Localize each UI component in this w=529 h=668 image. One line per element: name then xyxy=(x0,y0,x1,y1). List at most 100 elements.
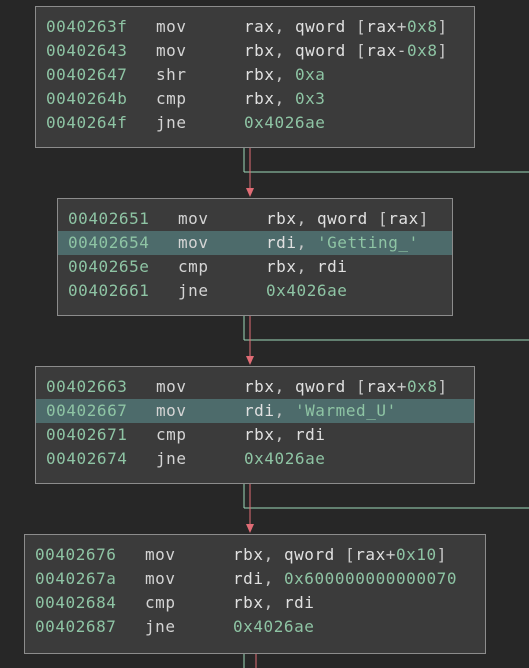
instruction-operands: rbx, qword [rax] xyxy=(266,207,429,231)
instruction-mnemonic: mov xyxy=(156,401,187,420)
operand-punctuation: , xyxy=(263,569,284,588)
instruction-row[interactable]: 00402674 jne 0x4026ae xyxy=(36,447,474,471)
operand-register: rax xyxy=(355,545,386,564)
operand-register: qword xyxy=(294,377,346,396)
instruction-address[interactable]: 00402663 xyxy=(46,375,127,399)
operand-string: 'Getting_' xyxy=(316,233,419,252)
instruction-mnemonic: mov xyxy=(178,209,209,228)
instruction-row[interactable]: 00402643 mov rbx, qword [rax-0x8] xyxy=(36,39,474,63)
instruction-row[interactable]: 0040264f jne 0x4026ae xyxy=(36,111,474,135)
instruction-mnemonic: mov xyxy=(145,569,176,588)
operand-register: rbx xyxy=(244,377,275,396)
operand-register: qword xyxy=(294,17,346,36)
instruction-row-highlighted[interactable]: 00402654 mov rdi, 'Getting_' xyxy=(58,231,452,255)
operand-immediate: 0x8 xyxy=(406,377,438,396)
instruction-row[interactable]: 00402647 shr rbx, 0xa xyxy=(36,63,474,87)
operand-register: rbx xyxy=(244,89,275,108)
instruction-row[interactable]: 00402663 mov rbx, qword [rax+0x8] xyxy=(36,375,474,399)
operand-immediate[interactable]: 0x4026ae xyxy=(244,449,325,468)
operand-punctuation: , xyxy=(274,377,295,396)
operand-immediate[interactable]: 0x4026ae xyxy=(244,113,325,132)
instruction-address[interactable]: 00402643 xyxy=(46,39,127,63)
operand-punctuation: + xyxy=(396,377,407,396)
operand-string: 'Warmed_U' xyxy=(294,401,397,420)
instruction-operands: 0x4026ae xyxy=(244,447,325,471)
operand-register: rdi xyxy=(283,593,315,612)
instruction-mnemonic: jne xyxy=(145,617,176,636)
instruction-mnemonic: jne xyxy=(178,281,209,300)
operand-punctuation: ] xyxy=(437,41,448,60)
basic-block-00402663[interactable]: 00402663 mov rbx, qword [rax+0x8] 00402667 m… xyxy=(35,366,475,484)
instruction-address[interactable]: 00402671 xyxy=(46,423,127,447)
operand-register: qword xyxy=(316,209,368,228)
operand-punctuation: , xyxy=(274,65,295,84)
operand-immediate[interactable]: 0x4026ae xyxy=(266,281,347,300)
instruction-address[interactable]: 00402661 xyxy=(68,279,149,303)
instruction-row[interactable]: 0040263f mov rax, qword [rax+0x8] xyxy=(36,15,474,39)
instruction-address[interactable]: 0040264b xyxy=(46,87,127,111)
operand-punctuation: , xyxy=(274,41,295,60)
operand-register: rax xyxy=(366,41,397,60)
basic-block-0040263f[interactable]: 0040263f mov rax, qword [rax+0x8] 00402643 m… xyxy=(35,6,475,148)
instruction-address[interactable]: 0040265e xyxy=(68,255,149,279)
operand-register: rdi xyxy=(233,569,264,588)
operand-register: rbx xyxy=(244,41,275,60)
instruction-address[interactable]: 00402674 xyxy=(46,447,127,471)
instruction-address[interactable]: 00402647 xyxy=(46,63,127,87)
instruction-mnemonic: jne xyxy=(156,113,187,132)
instruction-row[interactable]: 00402661 jne 0x4026ae xyxy=(58,279,452,303)
edge-arrowhead xyxy=(246,524,254,533)
edge-block-00402676 xyxy=(243,654,257,668)
instruction-address[interactable]: 0040263f xyxy=(46,15,127,39)
operand-immediate[interactable]: 0x4026ae xyxy=(233,617,314,636)
operand-immediate: 0xa xyxy=(294,65,326,84)
instruction-mnemonic: cmp xyxy=(156,89,187,108)
instruction-row[interactable]: 00402687 jne 0x4026ae xyxy=(25,615,485,639)
instruction-row[interactable]: 00402684 cmp rbx, rdi xyxy=(25,591,485,615)
basic-block-00402676[interactable]: 00402676 mov rbx, qword [rax+0x10] 0040267a… xyxy=(24,534,486,654)
instruction-mnemonic: mov xyxy=(178,233,209,252)
operand-register: rbx xyxy=(266,209,297,228)
instruction-operands: rdi, 'Warmed_U' xyxy=(244,399,397,423)
instruction-row[interactable]: 0040264b cmp rbx, 0x3 xyxy=(36,87,474,111)
operand-punctuation: ] xyxy=(437,17,448,36)
instruction-address[interactable]: 00402676 xyxy=(35,543,116,567)
instruction-address[interactable]: 00402667 xyxy=(46,399,127,423)
operand-immediate: 0x600000000000070 xyxy=(283,569,458,588)
operand-punctuation: ] xyxy=(418,209,429,228)
edge-block-00402651 xyxy=(243,316,529,365)
operand-punctuation: , xyxy=(274,17,295,36)
operand-punctuation: [ xyxy=(345,17,367,36)
instruction-operands: 0x4026ae xyxy=(266,279,347,303)
instruction-address[interactable]: 0040264f xyxy=(46,111,127,135)
operand-register: qword xyxy=(294,41,346,60)
operand-punctuation: , xyxy=(274,425,295,444)
instruction-mnemonic: cmp xyxy=(156,425,187,444)
instruction-operands: rbx, qword [rax-0x8] xyxy=(244,39,448,63)
instruction-mnemonic: mov xyxy=(156,17,187,36)
operand-punctuation: [ xyxy=(345,41,367,60)
instruction-address[interactable]: 00402651 xyxy=(68,207,149,231)
instruction-mnemonic: mov xyxy=(156,41,187,60)
instruction-address[interactable]: 0040267a xyxy=(35,567,116,591)
instruction-row[interactable]: 00402676 mov rbx, qword [rax+0x10] xyxy=(25,543,485,567)
instruction-operands: rbx, rdi xyxy=(266,255,348,279)
operand-punctuation: , xyxy=(263,593,284,612)
operand-register: rbx xyxy=(233,545,264,564)
instruction-row[interactable]: 00402671 cmp rbx, rdi xyxy=(36,423,474,447)
operand-punctuation: ] xyxy=(436,545,447,564)
control-flow-graph[interactable]: 0040263f mov rax, qword [rax+0x8] 00402643 m… xyxy=(0,0,529,668)
instruction-row[interactable]: 0040267a mov rdi, 0x600000000000070 xyxy=(25,567,485,591)
operand-immediate: 0x3 xyxy=(294,89,326,108)
basic-block-00402651[interactable]: 00402651 mov rbx, qword [rax] 00402654 mov rd… xyxy=(57,198,453,316)
instruction-row[interactable]: 0040265e cmp rbx, rdi xyxy=(58,255,452,279)
instruction-address[interactable]: 00402687 xyxy=(35,615,116,639)
instruction-address[interactable]: 00402654 xyxy=(68,231,149,255)
instruction-operands: rax, qword [rax+0x8] xyxy=(244,15,448,39)
instruction-address[interactable]: 00402684 xyxy=(35,591,116,615)
operand-register: rbx xyxy=(266,257,297,276)
operand-punctuation: [ xyxy=(367,209,389,228)
instruction-row[interactable]: 00402651 mov rbx, qword [rax] xyxy=(58,207,452,231)
instruction-row-highlighted[interactable]: 00402667 mov rdi, 'Warmed_U' xyxy=(36,399,474,423)
operand-register: rax xyxy=(244,17,275,36)
